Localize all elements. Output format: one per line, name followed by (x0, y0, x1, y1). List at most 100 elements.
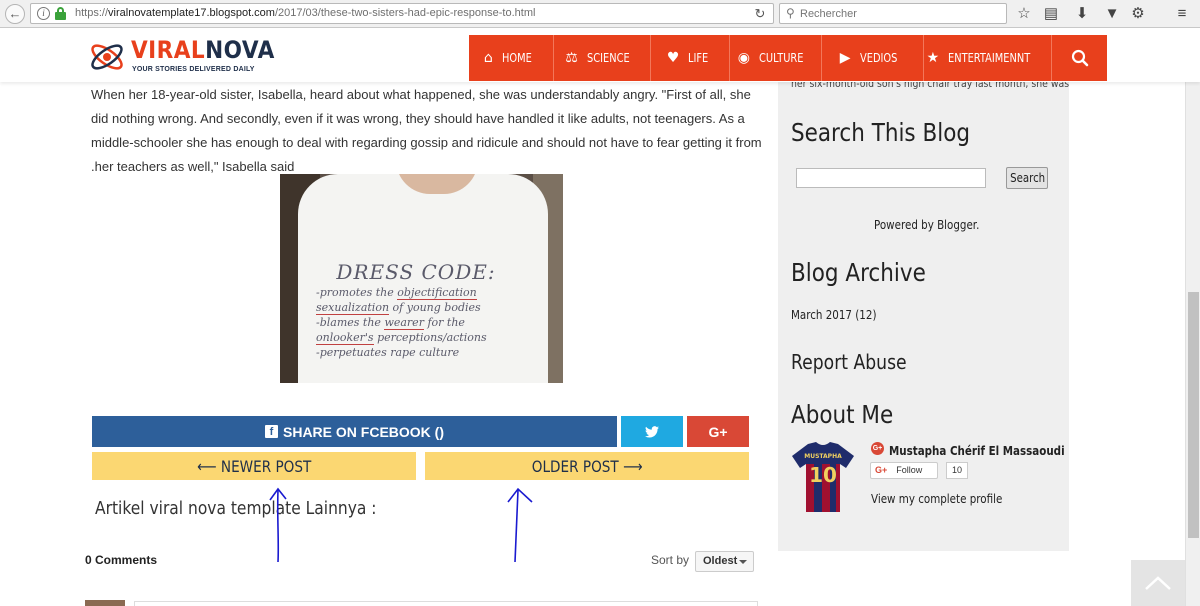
article-paragraph: When her 18-year-old sister, Isabella, h… (91, 87, 762, 174)
url-prefix: https:// (75, 7, 109, 19)
annotation-arrow-left (269, 487, 287, 563)
shirt-line-4: onlooker's perceptions/actions (316, 331, 487, 345)
site-header: VIRALNOVA YOUR STORIES DELIVERED DAILY ⌂… (0, 28, 1200, 82)
browser-toolbar: ← i https://viralnovatemplate17.blogspot… (0, 0, 1200, 28)
download-icon[interactable]: ⬇ (1072, 4, 1092, 24)
main-nav: ⌂ HOME ⚖ SCIENCE ♥ LIFE ◉ CULTURE ▶ VEDIOS ★ E… (469, 35, 1107, 81)
nav-label: LIFE (688, 51, 709, 65)
extension-icon[interactable]: ⚙ (1128, 4, 1148, 24)
browser-search-box[interactable]: ⚲ (779, 3, 1007, 24)
home-icon: ⌂ (483, 50, 493, 66)
nav-label: VEDIOS (859, 51, 897, 65)
bookmark-star-icon[interactable]: ☆ (1014, 4, 1034, 24)
profile-jersey-avatar[interactable]: MUSTAPHA 10 (792, 442, 854, 512)
blog-search-input[interactable] (796, 168, 986, 188)
view-profile-link[interactable]: View my complete profile (871, 492, 1002, 506)
nav-science[interactable]: ⚖ SCIENCE (554, 35, 651, 81)
nav-culture[interactable]: ◉ CULTURE (730, 35, 822, 81)
share-facebook-label: SHARE ON FCEBOOK () (283, 423, 444, 440)
chevron-down-icon (739, 560, 747, 564)
nav-entertainment[interactable]: ★ ENTERTAIMENNT (924, 35, 1052, 81)
globe-icon: ◉ (737, 50, 750, 66)
search-blog-heading: Search This Blog (791, 118, 971, 147)
nav-search-button[interactable] (1052, 35, 1107, 81)
nav-home[interactable]: ⌂ HOME (469, 35, 554, 81)
menu-icon[interactable]: ≡ (1172, 4, 1192, 24)
older-post-button[interactable]: OLDER POST ⟶ (425, 452, 749, 480)
browser-search-input[interactable] (800, 6, 1000, 21)
heart-icon: ♥ (666, 50, 680, 66)
search-icon: ⚲ (786, 6, 795, 20)
comment-input[interactable] (134, 601, 758, 606)
sidebar-clipped-text: her six-month-old son's high chair tray … (791, 82, 1070, 89)
gplus-icon: G+ (708, 423, 728, 440)
pocket-icon[interactable]: ▼ (1102, 4, 1122, 24)
flask-icon: ⚖ (565, 50, 578, 66)
about-me-heading: About Me (791, 400, 894, 429)
sort-label: Sort by (651, 553, 690, 567)
profile-name[interactable]: Mustapha Chérif El Massaoudi (889, 444, 1065, 458)
lock-icon[interactable] (55, 7, 66, 20)
article-image: DRESS CODE: -promotes the objectificatio… (280, 174, 563, 383)
avatar (85, 600, 125, 606)
site-tagline: YOUR STORIES DELIVERED DAILY (132, 66, 255, 73)
chevron-up-icon (1145, 576, 1171, 590)
page-scrollbar[interactable] (1185, 82, 1200, 606)
site-logo[interactable]: VIRALNOVA (131, 36, 275, 64)
follow-label: Follow (896, 465, 923, 475)
shirt-line-1: -promotes the objectification (316, 286, 477, 300)
shirt-line-3: -blames the wearer for the (316, 316, 465, 330)
blog-search-button-label: Search (1010, 171, 1046, 185)
video-icon: ▶ (839, 50, 851, 66)
logo-viral: VIRAL (131, 36, 206, 64)
share-facebook-button[interactable]: f SHARE ON FCEBOOK () (92, 416, 617, 447)
follow-button[interactable]: G+ Follow (870, 462, 938, 479)
follower-count: 10 (946, 462, 968, 479)
archive-item[interactable]: March 2017 (12) (791, 308, 876, 322)
nav-label: ENTERTAIMENNT (948, 51, 1031, 65)
reload-button[interactable]: ↻ (751, 5, 769, 22)
nav-label: CULTURE (758, 51, 804, 65)
address-bar[interactable]: i https://viralnovatemplate17.blogspot.c… (30, 3, 774, 24)
back-button[interactable]: ← (5, 4, 25, 24)
nav-label: HOME (501, 51, 532, 65)
gplus-icon: G+ (875, 465, 888, 475)
info-icon[interactable]: i (37, 7, 50, 20)
twitter-icon (645, 425, 659, 438)
url-domain: viralnovatemplate17.blogspot.com (108, 7, 275, 19)
scrollbar-thumb[interactable] (1188, 292, 1199, 538)
url-path: /2017/03/these-two-sisters-had-epic-resp… (274, 7, 536, 19)
nav-videos[interactable]: ▶ VEDIOS (822, 35, 924, 81)
atom-logo-icon[interactable] (88, 38, 126, 76)
jersey-number: 10 (809, 463, 837, 487)
jersey-name: MUSTAPHA (804, 453, 842, 460)
sort-select[interactable]: Oldest (695, 551, 754, 572)
sidebar: her six-month-old son's high chair tray … (778, 82, 1069, 551)
newer-post-label: ⟵ NEWER POST (196, 456, 312, 476)
powered-by-blogger[interactable]: Powered by Blogger. (874, 218, 979, 232)
star-icon: ★ (926, 50, 940, 66)
nav-life[interactable]: ♥ LIFE (651, 35, 730, 81)
annotation-arrow-right (507, 487, 533, 563)
nav-label: SCIENCE (586, 51, 630, 65)
share-twitter-button[interactable] (621, 416, 683, 447)
shirt-line-5: -perpetuates rape culture (316, 346, 460, 359)
url-text[interactable]: https://viralnovatemplate17.blogspot.com… (75, 7, 535, 19)
older-post-label: OLDER POST ⟶ (531, 456, 643, 476)
reload-icon: ↻ (754, 6, 766, 21)
sort-value: Oldest (703, 555, 738, 567)
shirt-title: DRESS CODE: (336, 260, 496, 284)
shirt-text: DRESS CODE: -promotes the objectificatio… (316, 260, 536, 359)
blog-search-button[interactable]: Search (1006, 167, 1048, 189)
shirt-line-2: sexualization of young bodies (316, 301, 481, 315)
share-gplus-button[interactable]: G+ (687, 416, 749, 447)
newer-post-button[interactable]: ⟵ NEWER POST (92, 452, 416, 480)
back-to-top-button[interactable] (1131, 560, 1185, 606)
comments-count: 0 Comments (85, 553, 158, 567)
arrow-left-icon: ← (8, 6, 22, 21)
reading-list-icon[interactable]: ▤ (1041, 4, 1061, 24)
report-abuse-heading[interactable]: Report Abuse (791, 350, 907, 374)
related-posts-title: Artikel viral nova template Lainnya : (95, 498, 377, 519)
facebook-icon: f (265, 425, 278, 438)
search-icon (1071, 49, 1088, 67)
